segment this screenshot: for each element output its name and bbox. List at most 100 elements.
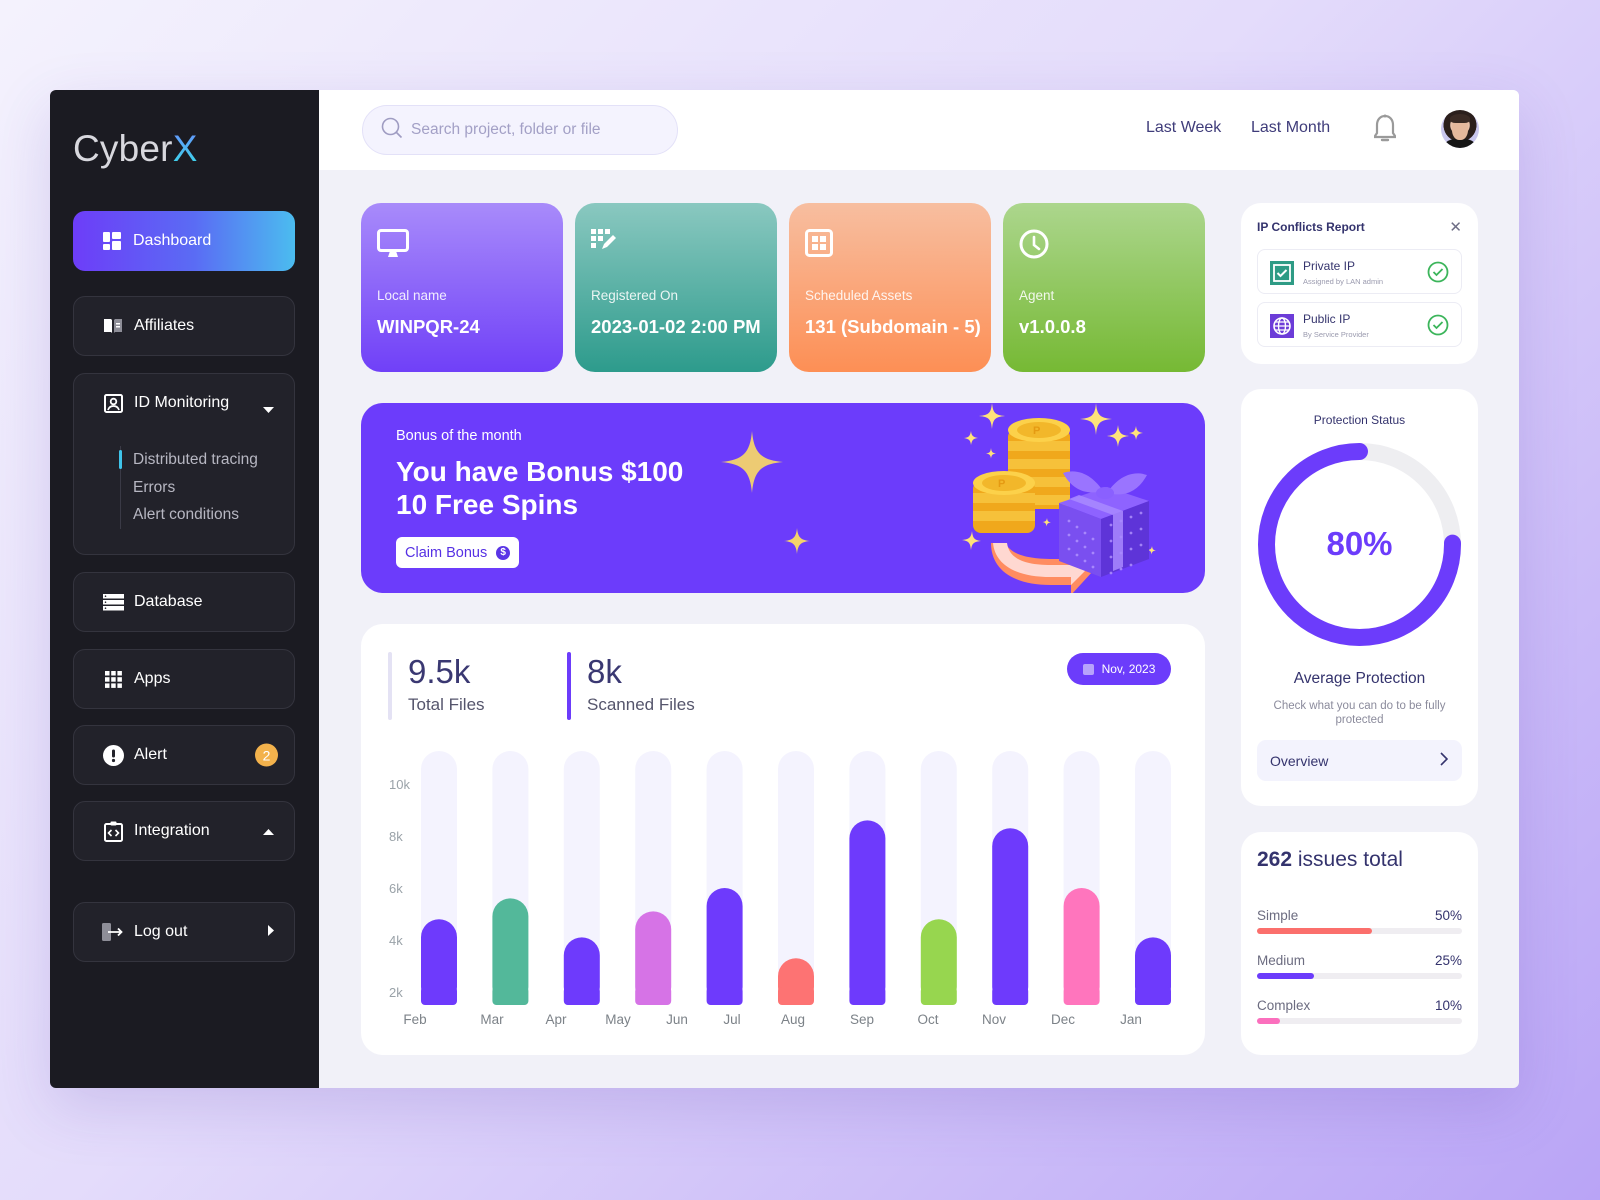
x-tick-label: Jul <box>723 1012 740 1027</box>
issue-row-simple: Simple 50% <box>1257 908 1462 934</box>
issues-total-suffix: issues total <box>1297 848 1403 871</box>
info-card-agent[interactable]: Agent v1.0.0.8 <box>1003 203 1205 372</box>
svg-text:P: P <box>1033 425 1040 437</box>
alert-icon <box>102 744 124 766</box>
caret-right-icon <box>268 923 274 941</box>
bonus-headline: You have Bonus $100 10 Free Spins <box>396 455 683 521</box>
sidebar-item-dashboard[interactable]: Dashboard <box>73 211 295 271</box>
sidebar-item-apps[interactable]: Apps <box>73 649 295 709</box>
issue-progress-fill <box>1257 928 1372 934</box>
issue-row-complex: Complex 10% <box>1257 998 1462 1024</box>
y-tick-label: 2k <box>389 985 403 1000</box>
ip-conflicts-title: IP Conflicts Report <box>1257 220 1365 234</box>
issue-name: Complex <box>1257 998 1311 1013</box>
bonus-banner: Bonus of the month You have Bonus $100 1… <box>361 403 1205 593</box>
check-circle-icon <box>1427 314 1449 341</box>
close-icon[interactable]: ✕ <box>1449 218 1462 236</box>
overview-button[interactable]: Overview <box>1257 740 1462 781</box>
sidebar-item-label: Database <box>134 593 203 610</box>
grid-box-icon <box>805 229 975 261</box>
sidebar-subitem-errors[interactable]: Errors <box>133 474 258 502</box>
x-tick-label: Jun <box>666 1012 688 1027</box>
info-card-label: Agent <box>1019 288 1055 303</box>
alert-count-badge: 2 <box>255 743 278 767</box>
bar-base <box>920 987 957 1005</box>
issue-progress-fill <box>1257 1018 1280 1024</box>
sparkle-icon <box>784 528 810 554</box>
claim-bonus-button[interactable]: Claim Bonus $ <box>396 537 520 568</box>
ip-row-private[interactable]: Private IP Assigned by LAN admin <box>1257 249 1462 294</box>
protection-heading: Average Protection <box>1293 670 1426 687</box>
last-month-link[interactable]: Last Month <box>1251 119 1330 137</box>
info-card-local-name[interactable]: Local name WINPQR-24 <box>361 203 563 372</box>
info-card-scheduled-assets[interactable]: Scheduled Assets 131 (Subdomain - 5) <box>789 203 991 372</box>
dashboard-grid-icon <box>101 230 123 252</box>
info-card-value: 131 (Subdomain - 5) <box>805 316 981 337</box>
last-week-link[interactable]: Last Week <box>1146 119 1221 137</box>
issue-progress-track <box>1257 973 1462 979</box>
sidebar-sublist: Distributed tracing Errors Alert conditi… <box>119 446 258 529</box>
bar-base <box>421 987 457 1005</box>
ip-row-desc: Assigned by LAN admin <box>1303 277 1384 286</box>
ip-row-public[interactable]: Public IP By Service Provider <box>1257 302 1462 347</box>
sidebar-item-integration[interactable]: Integration <box>73 801 295 861</box>
issue-progress-fill <box>1257 973 1315 979</box>
y-tick-label: 4k <box>389 933 403 948</box>
sidebar-item-affiliates[interactable]: Affiliates <box>73 296 295 356</box>
x-tick-label: Nov <box>982 1012 1006 1027</box>
issue-progress-track <box>1257 1018 1462 1024</box>
sidebar-item-logout[interactable]: Log out <box>73 902 295 962</box>
caret-down-icon <box>263 400 274 418</box>
y-tick-label: 10k <box>389 777 410 792</box>
info-card-registered-on[interactable]: Registered On 2023-01-02 2:00 PM <box>575 203 777 372</box>
x-tick-label: Aug <box>781 1012 805 1027</box>
issues-total-count: 262 <box>1257 848 1293 871</box>
x-tick-label: Feb <box>403 1012 426 1027</box>
y-tick-label: 8k <box>389 829 403 844</box>
monthly-files-bar-chart: 10k 8k 6k 4k 2kFeb Mar Apr May Jun Jul Aug Sep Oct No… <box>389 751 1171 1027</box>
overview-label: Overview <box>1270 752 1329 769</box>
app-window: CyberX Dashboard Affiliates ID Monitorin… <box>50 90 1519 1088</box>
checkbox-icon <box>1270 261 1294 285</box>
code-clipboard-icon <box>102 820 124 842</box>
info-card-value: 2023-01-02 2:00 PM <box>591 316 761 337</box>
x-tick-label: Jan <box>1120 1012 1142 1027</box>
bar <box>849 820 886 1005</box>
info-card-label: Local name <box>377 288 447 303</box>
sidebar-item-alert[interactable]: Alert 2 <box>73 725 295 785</box>
bonus-eyebrow: Bonus of the month <box>396 428 522 444</box>
sidebar-item-label: ID Monitoring <box>134 394 230 411</box>
protection-status-card: Protection Status 80% Average Protection… <box>1241 389 1478 806</box>
issue-percent: 10% <box>1434 998 1462 1013</box>
sparkle-icon <box>721 431 783 493</box>
sidebar-item-label: Alert <box>134 746 167 763</box>
bar-base <box>492 987 529 1005</box>
coins-gift-illustration: P P <box>962 403 1156 593</box>
issues-total: 262 issues total <box>1257 848 1403 872</box>
issue-name: Medium <box>1257 953 1306 968</box>
files-chart-card: 9.5k Total Files 8k Scanned Files Nov, 2… <box>361 624 1205 1055</box>
globe-icon <box>1270 314 1294 338</box>
search-box[interactable] <box>362 105 678 155</box>
database-icon <box>102 591 124 613</box>
user-avatar[interactable] <box>1441 110 1479 148</box>
sidebar-item-id-monitoring[interactable]: ID Monitoring <box>74 374 294 432</box>
sidebar-subitem-distributed-tracing[interactable]: Distributed tracing <box>119 446 258 474</box>
search-input[interactable] <box>411 121 661 139</box>
search-icon <box>381 117 403 144</box>
sidebar-item-database[interactable]: Database <box>73 572 295 632</box>
x-tick-label: Mar <box>480 1012 504 1027</box>
sidebar-subitem-alert-conditions[interactable]: Alert conditions <box>133 501 258 529</box>
bar-base <box>563 987 600 1005</box>
issue-percent: 25% <box>1434 953 1462 968</box>
protection-title: Protection Status <box>1313 413 1406 427</box>
bell-icon[interactable] <box>1373 114 1397 149</box>
bonus-headline-line1: You have Bonus $100 <box>396 456 684 487</box>
bonus-headline-line2: 10 Free Spins <box>396 489 579 520</box>
bar-base <box>706 987 743 1005</box>
bar-base <box>992 987 1029 1005</box>
bar-base <box>1135 987 1171 1005</box>
ip-row-desc: By Service Provider <box>1303 330 1369 339</box>
caret-up-icon <box>263 822 274 840</box>
info-card-value: WINPQR-24 <box>377 316 480 337</box>
